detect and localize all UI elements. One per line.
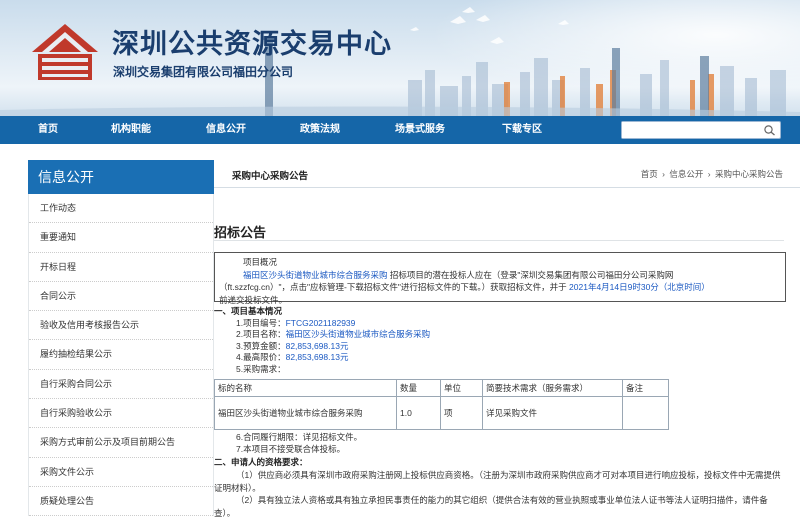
content-header: 采购中心采购公告 首页 › 信息公开 › 采购中心采购公告 [214,160,800,188]
breadcrumb-home[interactable]: 首页 [641,169,658,179]
search-input[interactable] [622,122,762,138]
max-price-label: 4.最高限价： [236,352,286,363]
sidebar-item-acceptance-reports[interactable]: 验收及信用考核报告公示 [29,311,213,341]
qualification-para-1: （1）供应商必须具有深圳市政府采购注册网上投标供应商资格。（注册为深圳市政府采购… [214,470,781,493]
sidebar-item-inspection-results[interactable]: 履约抽检结果公示 [29,340,213,370]
basic-info-heading: 一、项目基本情况 [214,306,283,316]
procurement-demand-table: 标的名称 数量 单位 简要技术需求（服务需求） 备注 福田区沙头街道物业城市综合… [214,379,669,430]
table-header: 标的名称 [214,379,397,397]
sidebar-title: 信息公开 [28,160,214,194]
nav-item-disclosure[interactable]: 信息公开 [206,116,246,144]
main-navigation: 首页 机构职能 信息公开 政策法规 场景式服务 下载专区 [0,116,800,144]
qualification-para-2: （2）具有独立法人资格或具有独立承担民事责任的能力的其它组织（提供合法有效的营业… [214,495,768,518]
budget-label: 3.预算金额： [236,340,286,351]
sidebar-item-self-acceptance[interactable]: 自行采购验收公示 [29,399,213,429]
nav-item-home[interactable]: 首页 [38,116,58,144]
basic-info-section: 一、项目基本情况 1.项目编号：FTCG2021182939 2.项目名称：福田… [214,306,430,376]
nav-item-downloads[interactable]: 下载专区 [502,116,542,144]
sidebar-item-contract-notice[interactable]: 合同公示 [29,281,213,312]
max-price-row: 4.最高限价：82,853,698.13元 [214,352,430,364]
project-overview-box: 项目概况 福田区沙头街道物业城市综合服务采购 招标项目的潜在投标人应在（登录"深… [214,252,786,305]
max-price-value: 82,853,698.13元 [285,352,349,363]
section-title: 采购中心采购公告 [232,171,309,182]
table-header: 数量 [396,379,441,397]
bid-deadline: 2021年4月14日9时30分（北京时间） [569,282,710,292]
nav-item-functions[interactable]: 机构职能 [111,116,151,144]
budget-value: 82,853,698.13元 [285,340,349,351]
sidebar-item-important-notices[interactable]: 重要通知 [29,223,213,253]
table-cell [622,396,669,430]
nav-item-services[interactable]: 场景式服务 [395,116,445,144]
sidebar-item-complaint-handling[interactable]: 质疑处理公告 [29,486,213,517]
overview-line-3: 前递交投标文件。 [219,294,288,305]
sidebar: 信息公开 工作动态 重要通知 开标日程 合同公示 验收及信用考核报告公示 履约抽… [28,160,214,517]
sidebar-item-method-review[interactable]: 采购方式审前公示及项目前期公告 [29,428,213,458]
contract-terms: 6.合同履行期限：详见招标文件。 7.本项目不接受联合体投标。 [214,432,362,455]
site-logo [32,24,98,80]
sidebar-item-work-news[interactable]: 工作动态 [29,194,213,224]
overview-text-2: （ft.szzfcg.cn）"，点击"应标管理-下载招标文件"进行招标文件的下载… [219,282,567,292]
project-name-label: 2.项目名称： [236,329,286,340]
title-divider [214,240,784,241]
table-cell: 详见采购文件 [482,396,623,430]
breadcrumb-separator: › [707,169,711,179]
sidebar-item-document-notice[interactable]: 采购文件公示 [29,457,213,487]
table-row: 福田区沙头街道物业城市综合服务采购 1.0 项 详见采购文件 [214,396,669,430]
site-title: 深圳公共资源交易中心 [112,29,392,60]
qualification-heading: 二、申请人的资格要求： [214,457,308,467]
breadcrumb-separator: › [662,169,665,179]
project-name-link[interactable]: 福田区沙头街道物业城市综合服务采购 [243,270,388,280]
table-header: 备注 [622,379,669,397]
sidebar-item-self-contracts[interactable]: 自行采购合同公示 [29,369,213,400]
project-code-row: 1.项目编号：FTCG2021182939 [214,318,430,330]
table-header-row: 标的名称 数量 单位 简要技术需求（服务需求） 备注 [214,379,669,397]
contract-term: 6.合同履行期限：详见招标文件。 [236,432,363,442]
sidebar-menu: 工作动态 重要通知 开标日程 合同公示 验收及信用考核报告公示 履约抽检结果公示… [28,194,214,517]
breadcrumb-disclosure[interactable]: 信息公开 [669,169,703,179]
header-banner: 深圳公共资源交易中心 深圳交易集团有限公司福田分公司 [0,0,800,116]
table-header: 简要技术需求（服务需求） [482,379,623,397]
overview-line-2: （ft.szzfcg.cn）"，点击"应标管理-下载招标文件"进行招标文件的下载… [219,281,781,294]
budget-row: 3.预算金额：82,853,698.13元 [214,341,430,353]
overview-text-1: 招标项目的潜在投标人应在（登录"深圳交易集团有限公司福田分公司采购网 [389,269,674,280]
breadcrumb-current[interactable]: 采购中心采购公告 [715,169,783,179]
notice-title: 招标公告 [214,225,267,240]
consortium-note: 7.本项目不接受联合体投标。 [236,443,346,454]
search-box [621,121,781,139]
overview-label: 项目概况 [243,257,278,267]
nav-item-policies[interactable]: 政策法规 [300,116,340,144]
overview-line-1: 福田区沙头街道物业城市综合服务采购 招标项目的潜在投标人应在（登录"深圳交易集团… [219,269,781,282]
table-cell: 项 [440,396,483,430]
table-header: 单位 [440,379,483,397]
site-subtitle: 深圳交易集团有限公司福田分公司 [113,65,294,79]
sidebar-item-bid-schedule[interactable]: 开标日程 [29,252,213,282]
project-code-value: FTCG2021182939 [285,317,356,328]
table-cell: 1.0 [396,396,441,430]
demand-label: 5.采购需求： [236,363,286,374]
table-cell: 福田区沙头街道物业城市综合服务采购 [214,396,397,430]
project-name-row: 2.项目名称：福田区沙头街道物业城市综合服务采购 [214,329,430,341]
breadcrumb: 首页 › 信息公开 › 采购中心采购公告 [640,168,784,180]
project-code-label: 1.项目编号： [236,317,286,328]
project-name-value: 福田区沙头街道物业城市综合服务采购 [285,329,431,340]
search-icon[interactable] [763,124,777,136]
main-content: 采购中心采购公告 首页 › 信息公开 › 采购中心采购公告 招标公告 项目概况 … [214,160,800,521]
